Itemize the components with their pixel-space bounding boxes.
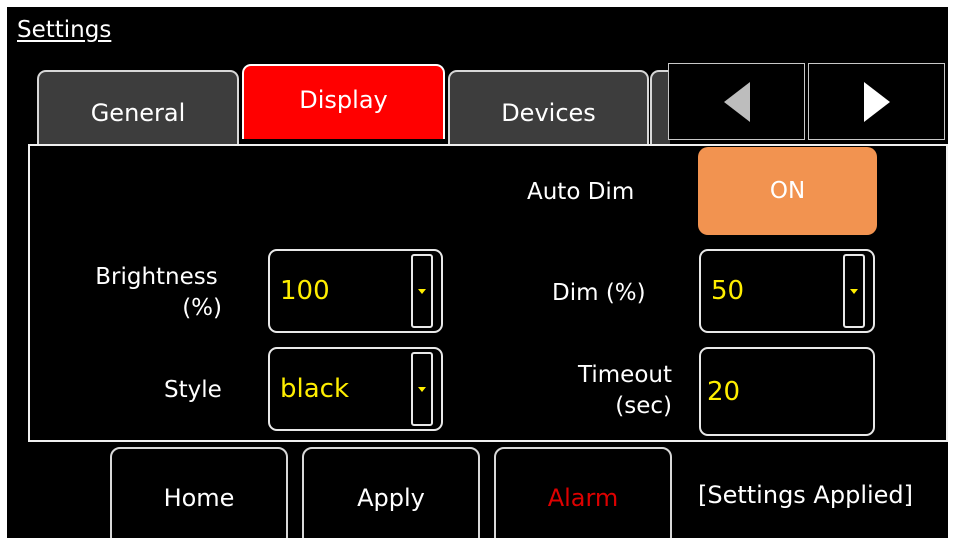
alarm-button[interactable]: Alarm xyxy=(494,447,672,538)
style-dropdown-button[interactable] xyxy=(411,352,433,426)
brightness-label-line1: Brightness xyxy=(95,264,218,290)
triangle-right-icon xyxy=(863,81,890,122)
style-value: black xyxy=(280,374,350,404)
chevron-down-icon xyxy=(418,288,426,294)
tab-partial-hidden[interactable] xyxy=(650,70,670,145)
timeout-label: Timeout (sec) xyxy=(547,360,672,422)
home-button[interactable]: Home xyxy=(110,447,288,538)
style-label: Style xyxy=(164,377,222,403)
brightness-value: 100 xyxy=(280,276,330,306)
status-message: [Settings Applied] xyxy=(698,481,914,509)
settings-screen: Settings General Display Devices Auto Di… xyxy=(7,7,948,538)
timeout-label-line2: (sec) xyxy=(615,393,672,419)
auto-dim-toggle[interactable]: ON xyxy=(698,147,877,235)
timeout-input[interactable]: 20 xyxy=(699,347,875,436)
tab-scroll-right-button[interactable] xyxy=(808,63,945,140)
triangle-left-icon xyxy=(723,81,750,122)
style-dropdown[interactable]: black xyxy=(268,347,443,431)
brightness-label: Brightness (%) xyxy=(79,262,234,324)
chevron-down-icon xyxy=(850,288,858,294)
brightness-dropdown[interactable]: 100 xyxy=(268,249,443,333)
brightness-label-line2: (%) xyxy=(182,295,222,321)
tab-scroll-left-button[interactable] xyxy=(668,63,805,140)
tab-devices[interactable]: Devices xyxy=(448,70,649,145)
brightness-dropdown-button[interactable] xyxy=(411,254,433,328)
tab-display[interactable]: Display xyxy=(242,64,445,139)
tab-general[interactable]: General xyxy=(37,70,239,145)
page-title: Settings xyxy=(17,17,112,43)
timeout-label-line1: Timeout xyxy=(578,362,672,388)
dim-dropdown[interactable]: 50 xyxy=(699,249,875,333)
dim-label: Dim (%) xyxy=(552,280,646,306)
timeout-value: 20 xyxy=(707,376,741,407)
dim-dropdown-button[interactable] xyxy=(843,254,865,328)
auto-dim-label: Auto Dim xyxy=(527,179,635,205)
dim-value: 50 xyxy=(711,276,745,306)
chevron-down-icon xyxy=(418,386,426,392)
apply-button[interactable]: Apply xyxy=(302,447,480,538)
